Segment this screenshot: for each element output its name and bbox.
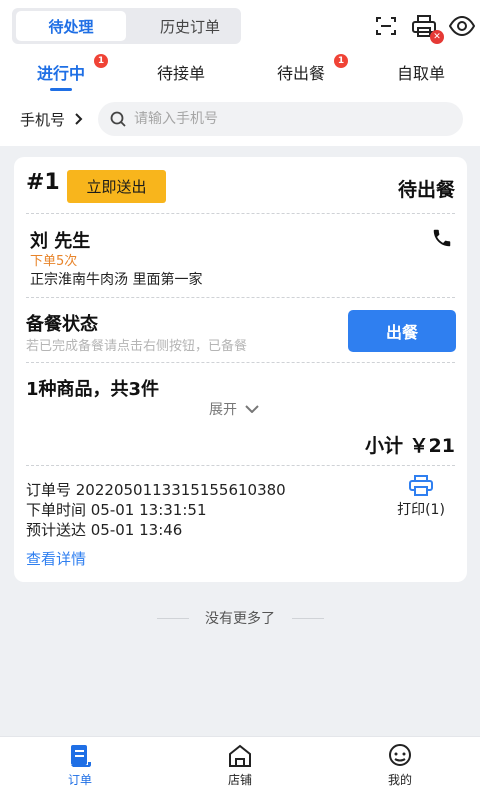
tab-in-progress[interactable]: 进行中 1 xyxy=(16,54,108,84)
tab-label: 自取单 xyxy=(396,64,445,83)
segmented-control: 待处理 历史订单 xyxy=(12,8,241,44)
seg-tab-pending[interactable]: 待处理 xyxy=(16,11,126,41)
tab-label: 待接单 xyxy=(156,64,205,83)
delivery-address: 正宗淮南牛肉汤 里面第一家 xyxy=(30,272,203,288)
search-row: 手机号 xyxy=(0,94,480,146)
divider xyxy=(26,362,455,363)
divider xyxy=(26,297,455,298)
phone-search-input[interactable] xyxy=(134,111,434,127)
expand-label: 展开 xyxy=(209,402,237,418)
prep-status-title: 备餐状态 xyxy=(26,314,98,335)
store-icon xyxy=(229,744,251,767)
deliver-now-button[interactable]: 立即送出 xyxy=(67,170,166,203)
active-tab-indicator xyxy=(50,88,72,91)
no-more-text: 没有更多了 xyxy=(205,611,275,627)
tab-self-pickup[interactable]: 自取单 xyxy=(376,60,466,84)
order-tabs: 进行中 1 待接单 待出餐 1 自取单 xyxy=(0,50,480,94)
nav-label: 店铺 xyxy=(227,773,252,787)
nav-label: 订单 xyxy=(67,773,92,787)
tab-label: 进行中 xyxy=(36,64,85,83)
search-icon xyxy=(110,111,126,127)
tab-pending-accept[interactable]: 待接单 xyxy=(136,60,226,84)
order-card: #1 立即送出 待出餐 刘 先生 下单5次 正宗淮南牛肉汤 里面第一家 备餐状态… xyxy=(14,157,467,582)
top-bar: 待处理 历史订单 ✕ xyxy=(0,0,480,50)
serve-button[interactable]: 出餐 xyxy=(348,310,456,352)
expand-toggle[interactable]: 展开 xyxy=(209,399,259,419)
nav-mine[interactable]: 我的 xyxy=(370,743,430,788)
goods-summary: 1种商品，共3件 xyxy=(26,379,160,400)
order-count: 下单5次 xyxy=(30,254,78,269)
order-id: 订单号 2022050113315155610380 xyxy=(26,481,286,499)
profile-icon xyxy=(389,744,411,766)
printer-error-icon: ✕ xyxy=(430,30,444,44)
scan-icon[interactable] xyxy=(372,12,400,40)
divider xyxy=(26,213,455,214)
tab-badge: 1 xyxy=(94,54,108,68)
orders-icon xyxy=(71,745,91,767)
tab-badge: 1 xyxy=(334,54,348,68)
search-box xyxy=(98,102,463,136)
phone-call-icon[interactable] xyxy=(431,227,453,253)
nav-store[interactable]: 店铺 xyxy=(210,743,270,788)
bottom-nav: 订单 店铺 我的 xyxy=(0,736,480,800)
seg-tab-history[interactable]: 历史订单 xyxy=(135,11,245,41)
nav-orders[interactable]: 订单 xyxy=(50,743,110,788)
subtotal: 小计 ￥21 xyxy=(364,435,455,457)
eye-icon[interactable] xyxy=(448,12,476,40)
order-status: 待出餐 xyxy=(397,179,455,201)
delivery-time: 预计送达 05-01 13:46 xyxy=(26,521,183,539)
printer-icon xyxy=(409,475,433,496)
divider xyxy=(292,618,324,619)
printer-status-icon[interactable]: ✕ xyxy=(410,12,444,44)
tab-label: 待出餐 xyxy=(276,64,325,83)
order-number: #1 xyxy=(26,170,60,195)
view-details-link[interactable]: 查看详情 xyxy=(26,548,86,569)
search-filter-select[interactable]: 手机号 xyxy=(20,109,84,130)
divider xyxy=(26,465,455,466)
order-time: 下单时间 05-01 13:31:51 xyxy=(26,501,207,519)
prep-status-hint: 若已完成备餐请点击右侧按钮，已备餐 xyxy=(26,339,248,354)
filter-label: 手机号 xyxy=(20,111,66,129)
chevron-down-icon xyxy=(245,405,259,413)
tab-pending-serve[interactable]: 待出餐 1 xyxy=(256,54,348,84)
print-button[interactable]: 打印(1) xyxy=(390,475,452,519)
nav-label: 我的 xyxy=(387,773,412,787)
print-label: 打印(1) xyxy=(397,502,445,518)
chevron-right-icon xyxy=(75,113,83,125)
